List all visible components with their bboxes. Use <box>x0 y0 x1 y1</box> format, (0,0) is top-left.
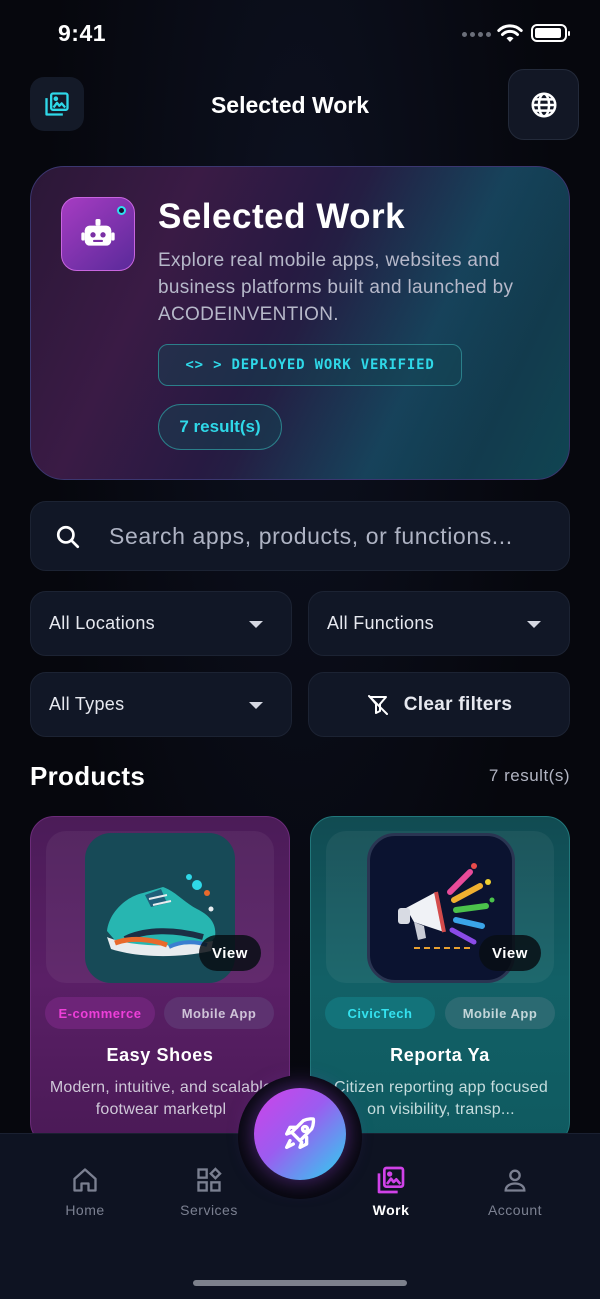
nav-label: Home <box>65 1202 105 1218</box>
hero-card: Selected Work Explore real mobile apps, … <box>30 166 570 480</box>
rocket-icon <box>285 1117 316 1149</box>
signal-icon <box>462 32 491 37</box>
hero-description: Explore real mobile apps, websites and b… <box>158 250 514 325</box>
nav-label: Work <box>372 1202 410 1218</box>
verified-badge: <> > DEPLOYED WORK VERIFIED <box>158 344 462 386</box>
nav-label: Account <box>487 1202 543 1218</box>
nav-item-services[interactable]: Services <box>159 1164 259 1218</box>
search-bar <box>30 501 570 571</box>
products-result-count: 7 result(s) <box>488 766 570 785</box>
location-filter-dropdown[interactable]: All Locations <box>30 591 292 656</box>
type-filter-label: All Types <box>49 694 125 714</box>
nav-label: Services <box>180 1202 238 1218</box>
chevron-down-icon <box>527 621 541 628</box>
search-input[interactable] <box>109 502 559 570</box>
nav-item-work[interactable]: Work <box>341 1164 441 1218</box>
filter-off-icon <box>366 693 390 717</box>
gallery-icon <box>341 1164 441 1196</box>
globe-icon <box>531 92 556 117</box>
online-indicator <box>117 206 126 215</box>
status-time: 9:41 <box>58 20 107 46</box>
product-description: Citizen reporting app focused on visibil… <box>334 1079 548 1118</box>
chevron-down-icon <box>249 702 263 709</box>
home-indicator <box>193 1280 407 1286</box>
search-icon <box>56 525 80 549</box>
view-button[interactable]: View <box>199 935 261 971</box>
location-filter-label: All Locations <box>49 613 155 633</box>
result-count-pill: 7 result(s) <box>158 404 282 450</box>
product-card-easy-shoes[interactable]: View E-commerce Mobile App Easy Shoes Mo… <box>30 816 290 1146</box>
product-card-reporta-ya[interactable]: View CivicTech Mobile App Reporta Ya Cit… <box>310 816 570 1146</box>
nav-item-home[interactable]: Home <box>35 1164 135 1218</box>
clear-filters-label: Clear filters <box>403 693 513 715</box>
function-filter-label: All Functions <box>327 613 434 633</box>
clear-filters-button[interactable]: Clear filters <box>308 672 570 737</box>
chevron-down-icon <box>249 621 263 628</box>
wifi-icon <box>497 24 523 42</box>
hero-avatar <box>61 197 135 271</box>
function-filter-dropdown[interactable]: All Functions <box>308 591 570 656</box>
user-icon <box>465 1164 565 1196</box>
product-name: Easy Shoes <box>106 1045 214 1065</box>
robot-icon <box>81 219 115 246</box>
grid-icon <box>159 1164 259 1196</box>
page-title: Selected Work <box>210 92 370 118</box>
language-button[interactable] <box>508 69 579 140</box>
battery-icon <box>531 24 570 42</box>
platform-tag: Mobile App <box>445 997 555 1029</box>
category-tag: CivicTech <box>325 997 435 1029</box>
page: 9:41 Selected Work Selected Work Explore… <box>0 0 600 1299</box>
launch-fab-button[interactable] <box>254 1088 346 1180</box>
platform-tag: Mobile App <box>164 997 274 1029</box>
type-filter-dropdown[interactable]: All Types <box>30 672 292 737</box>
view-button[interactable]: View <box>479 935 541 971</box>
hero-title: Selected Work <box>158 197 406 236</box>
status-bar: 9:41 <box>0 18 600 48</box>
products-heading: Products <box>30 761 146 791</box>
home-icon <box>35 1164 135 1196</box>
nav-item-account[interactable]: Account <box>465 1164 565 1218</box>
category-tag: E-commerce <box>45 997 155 1029</box>
product-name: Reporta Ya <box>390 1045 490 1065</box>
